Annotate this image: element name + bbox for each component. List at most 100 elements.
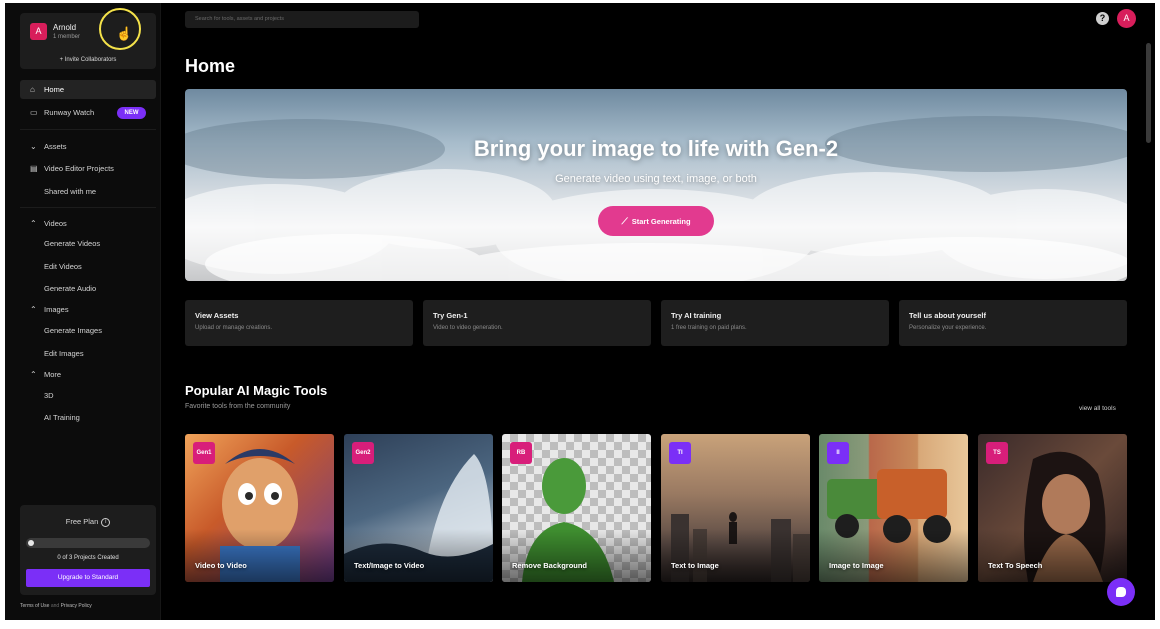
tool-name: Remove Background bbox=[512, 561, 588, 570]
sidebar-item-generate-images[interactable]: Generate Images bbox=[20, 321, 156, 340]
hand-cursor-icon: ☝ bbox=[116, 26, 133, 41]
projects-created-count: 0 of 3 Projects Created bbox=[57, 555, 119, 561]
tool-name: Image to Image bbox=[829, 561, 884, 570]
tool-name: Video to Video bbox=[195, 561, 247, 570]
sidebar-divider bbox=[20, 207, 156, 208]
workspace-members: 1 member bbox=[53, 34, 81, 40]
plan-title: Free Plan bbox=[65, 517, 99, 526]
card-shade bbox=[661, 529, 810, 582]
sidebar-item-label: 3D bbox=[44, 391, 54, 400]
section-subtitle: Favorite tools from the community bbox=[185, 403, 291, 410]
tool-card-text-image-to-video[interactable]: Gen2 Text/Image to Video bbox=[344, 434, 493, 582]
main-content: Search for tools, assets and projects ? … bbox=[162, 3, 1155, 620]
plan-card: Free Plan i 0 of 3 Projects Created Upgra… bbox=[20, 505, 156, 595]
legal-and: and bbox=[50, 603, 60, 609]
sidebar-item-label: Generate Images bbox=[44, 326, 102, 335]
sidebar-section-assets[interactable]: ⌄ Assets bbox=[20, 137, 156, 156]
workspace-name: Arnold bbox=[53, 23, 77, 32]
cloud-illustration bbox=[185, 116, 1127, 281]
sidebar-item-label: AI Training bbox=[44, 413, 80, 422]
home-icon: ⌂ bbox=[30, 85, 35, 94]
page-title: Home bbox=[185, 56, 236, 76]
magic-wand-icon: ⟋ bbox=[621, 216, 628, 226]
sidebar-item-generate-videos[interactable]: Generate Videos bbox=[20, 234, 156, 253]
projects-progress-bar bbox=[26, 538, 150, 548]
sidebar-item-label: Videos bbox=[44, 219, 67, 228]
sidebar-item-edit-images[interactable]: Edit Images bbox=[20, 344, 156, 363]
hero-banner: Bring your image to life with Gen-2 Gene… bbox=[185, 89, 1127, 281]
tool-card-video-to-video[interactable]: Gen1 Video to Video bbox=[185, 434, 334, 582]
tool-tag: TS bbox=[986, 442, 1008, 464]
quick-card-try-gen1[interactable]: Try Gen-1 Video to video generation. bbox=[423, 300, 651, 346]
sidebar-section-more[interactable]: ⌃ More bbox=[20, 365, 156, 384]
legal-links: Terms of Use and Privacy Policy bbox=[20, 603, 92, 609]
sidebar-item-label: Edit Images bbox=[44, 349, 84, 358]
tool-name: Text/Image to Video bbox=[354, 561, 425, 570]
sidebar: A Arnold 1 member + Invite Collaborators… bbox=[5, 3, 161, 620]
info-icon[interactable]: i bbox=[101, 517, 111, 527]
tool-card-text-to-image[interactable]: TI Text to Image bbox=[661, 434, 810, 582]
chevron-up-icon: ⌃ bbox=[30, 219, 37, 228]
quick-card-subtitle: Video to video generation. bbox=[433, 325, 503, 331]
hero-title: Bring your image to life with Gen-2 bbox=[473, 136, 839, 161]
new-badge: NEW bbox=[117, 107, 146, 119]
sidebar-item-label: Shared with me bbox=[44, 187, 97, 196]
tool-card-remove-background[interactable]: RB Remove Background bbox=[502, 434, 651, 582]
sidebar-item-home[interactable]: ⌂ Home bbox=[20, 80, 156, 99]
tool-card-image-to-image[interactable]: II Image to Image bbox=[819, 434, 968, 582]
chevron-up-icon: ⌃ bbox=[30, 370, 37, 379]
sidebar-item-edit-videos[interactable]: Edit Videos bbox=[20, 257, 156, 276]
start-generating-button[interactable]: ⟋ Start Generating bbox=[598, 206, 714, 236]
view-all-tools-link[interactable]: view all tools bbox=[1079, 405, 1116, 412]
help-icon[interactable]: ? bbox=[1096, 12, 1109, 25]
tool-tag: Gen1 bbox=[193, 442, 215, 464]
privacy-link[interactable]: Privacy Policy bbox=[61, 603, 92, 609]
tool-tag: TI bbox=[669, 442, 691, 464]
upgrade-button[interactable]: Upgrade to Standard bbox=[26, 569, 150, 587]
sidebar-item-label: More bbox=[44, 370, 62, 379]
scrollbar[interactable] bbox=[1146, 43, 1151, 143]
chat-icon bbox=[1116, 587, 1126, 597]
sidebar-item-label: Edit Videos bbox=[44, 262, 82, 271]
quick-card-subtitle: 1 free training on paid plans. bbox=[671, 325, 747, 331]
user-avatar[interactable]: A bbox=[1117, 9, 1136, 28]
chat-support-button[interactable] bbox=[1107, 578, 1135, 606]
quick-card-title: Tell us about yourself bbox=[909, 311, 986, 320]
sidebar-item-label: Generate Videos bbox=[44, 239, 101, 248]
sidebar-section-images[interactable]: ⌃ Images bbox=[20, 300, 156, 319]
card-shade bbox=[978, 529, 1127, 582]
sidebar-item-label: Generate Audio bbox=[44, 284, 97, 293]
sidebar-item-label: Images bbox=[44, 305, 69, 314]
start-generating-label: Start Generating bbox=[631, 217, 691, 226]
sidebar-item-label: Home bbox=[44, 85, 65, 94]
film-icon: ▤ bbox=[30, 164, 38, 173]
card-shade bbox=[502, 529, 651, 582]
quick-card-view-assets[interactable]: View Assets Upload or manage creations. bbox=[185, 300, 413, 346]
sidebar-item-label: Runway Watch bbox=[44, 108, 95, 117]
chevron-down-icon: ⌄ bbox=[30, 142, 37, 151]
progress-marker bbox=[28, 540, 34, 546]
workspace-avatar: A bbox=[30, 23, 47, 40]
tool-card-text-to-speech[interactable]: TS Text To Speech bbox=[978, 434, 1127, 582]
sidebar-item-label: Assets bbox=[44, 142, 67, 151]
sidebar-item-generate-audio[interactable]: Generate Audio bbox=[20, 279, 156, 298]
sidebar-item-ai-training[interactable]: AI Training bbox=[20, 408, 156, 427]
card-shade bbox=[344, 529, 493, 582]
terms-link[interactable]: Terms of Use bbox=[20, 603, 49, 609]
quick-card-title: View Assets bbox=[195, 311, 239, 320]
quick-card-tell-us[interactable]: Tell us about yourself Personalize your … bbox=[899, 300, 1127, 346]
tool-tag: RB bbox=[510, 442, 532, 464]
sidebar-item-3d[interactable]: 3D bbox=[20, 386, 156, 405]
invite-collaborators-button[interactable]: + Invite Collaborators bbox=[20, 57, 156, 63]
sidebar-item-video-editor-projects[interactable]: ▤ Video Editor Projects bbox=[20, 159, 156, 178]
tv-icon: ▭ bbox=[30, 108, 38, 117]
plan-title-row: Free Plan i bbox=[20, 517, 156, 527]
card-shade bbox=[819, 529, 968, 582]
sidebar-item-runway-watch[interactable]: ▭ Runway Watch NEW bbox=[20, 103, 156, 122]
sidebar-section-videos[interactable]: ⌃ Videos bbox=[20, 214, 156, 233]
sidebar-item-shared-with-me[interactable]: Shared with me bbox=[20, 182, 156, 201]
tool-tag: Gen2 bbox=[352, 442, 374, 464]
search-input[interactable]: Search for tools, assets and projects bbox=[185, 11, 419, 28]
quick-card-try-ai-training[interactable]: Try AI training 1 free training on paid … bbox=[661, 300, 889, 346]
quick-card-subtitle: Personalize your experience. bbox=[909, 325, 987, 331]
